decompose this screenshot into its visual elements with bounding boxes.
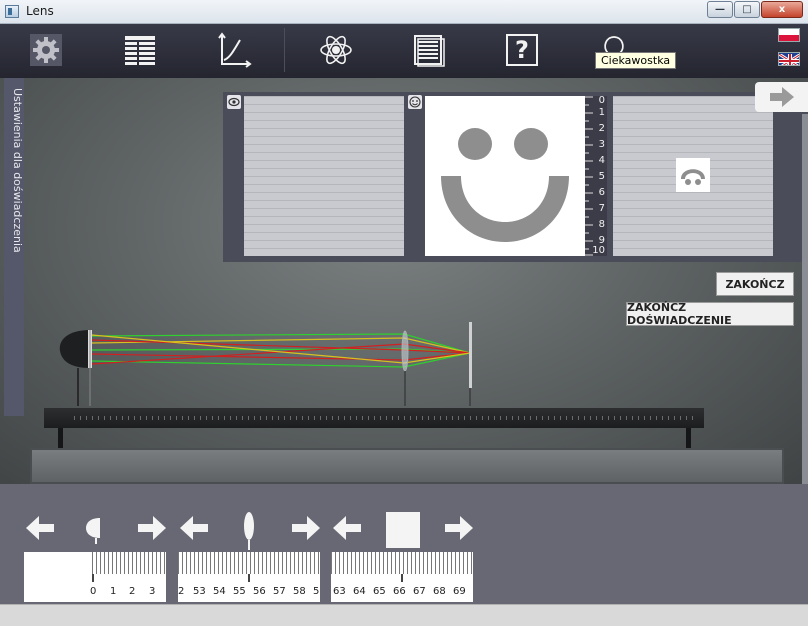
source-marker-icon — [86, 516, 100, 548]
light-rays — [91, 333, 471, 368]
graph-icon — [218, 32, 252, 68]
tick-label: 63 — [333, 586, 346, 597]
gear-icon — [30, 34, 62, 66]
screen-slider: 63 64 65 66 67 68 69 — [331, 508, 473, 602]
tooltip: Ciekawostka — [595, 52, 677, 69]
tick-label: 2 — [178, 586, 185, 597]
screen-left-button[interactable] — [333, 514, 361, 542]
close-button[interactable]: x — [761, 1, 803, 18]
toolbar-separator — [284, 28, 285, 72]
tick-label: 66 — [393, 586, 406, 597]
tick-label: 2 — [129, 586, 136, 597]
status-bar — [0, 604, 808, 626]
tick-label: 57 — [273, 586, 286, 597]
help-icon: ? — [506, 34, 538, 66]
settings-button[interactable] — [26, 30, 66, 70]
help-button[interactable]: ? — [502, 30, 542, 70]
tick-label: 58 — [293, 586, 306, 597]
tick-label: 3 — [149, 586, 156, 597]
tick-label: 5 — [313, 586, 320, 597]
table — [30, 448, 784, 484]
source-right-button[interactable] — [138, 514, 166, 542]
ruler-ticks — [92, 552, 166, 574]
ruler-indicator — [401, 574, 403, 582]
app-icon — [5, 5, 19, 18]
lens-slider: 2 53 54 55 56 57 58 5 — [178, 508, 320, 602]
bench-leg — [58, 428, 63, 450]
minimize-button[interactable]: — — [707, 1, 733, 18]
ruler-ticks — [331, 552, 473, 574]
source-left-button[interactable] — [26, 514, 54, 542]
flag-pl-icon[interactable] — [778, 28, 800, 42]
ruler-ticks — [178, 552, 320, 574]
maximize-button[interactable]: □ — [734, 1, 760, 18]
lens-right-button[interactable] — [292, 514, 320, 542]
ruler-indicator — [248, 574, 250, 582]
source-slider: 0 1 2 3 — [24, 508, 166, 602]
optical-bench — [44, 408, 704, 428]
document-button[interactable] — [408, 30, 448, 70]
bench-scale — [74, 416, 694, 420]
lens-left-button[interactable] — [180, 514, 208, 542]
tick-label: 1 — [110, 586, 117, 597]
window-title: Lens — [26, 4, 54, 18]
tick-label: 55 — [233, 586, 246, 597]
tick-label: 65 — [373, 586, 386, 597]
flag-uk-icon[interactable] — [778, 52, 800, 66]
table-icon — [125, 36, 155, 65]
arrow-right-icon — [445, 516, 473, 540]
arrow-left-icon — [333, 516, 361, 540]
lens[interactable] — [401, 330, 409, 406]
light-source[interactable] — [59, 330, 92, 406]
arrow-left-icon — [180, 516, 208, 540]
theory-button[interactable] — [316, 30, 356, 70]
arrow-right-icon — [292, 516, 320, 540]
graph-button[interactable] — [214, 30, 254, 70]
screen-marker-icon — [386, 512, 420, 548]
tick-label: 64 — [353, 586, 366, 597]
arrow-left-icon — [26, 516, 54, 540]
lens-ruler[interactable]: 2 53 54 55 56 57 58 5 — [178, 552, 320, 602]
tick-label: 69 — [453, 586, 466, 597]
source-ruler[interactable]: 0 1 2 3 — [24, 552, 166, 602]
document-icon — [414, 35, 445, 67]
tick-label: 0 — [90, 586, 97, 597]
tick-label: 56 — [253, 586, 266, 597]
tick-label: 67 — [413, 586, 426, 597]
screen-ruler[interactable]: 63 64 65 66 67 68 69 — [331, 552, 473, 602]
title-bar: Lens — □ x — [0, 0, 808, 24]
position-controls: 0 1 2 3 2 53 54 55 56 57 58 5 63 64 65 6… — [0, 484, 808, 604]
atom-icon — [320, 35, 352, 65]
screen-right-button[interactable] — [445, 514, 473, 542]
tick-label: 68 — [433, 586, 446, 597]
arrow-right-icon — [138, 516, 166, 540]
lens-marker-icon — [242, 510, 256, 554]
toolbar: ? — [0, 24, 808, 78]
ruler-indicator — [92, 574, 94, 582]
tick-label: 54 — [213, 586, 226, 597]
window-controls: — □ x — [706, 1, 803, 18]
experiment-scene: Ustawienia dla doświadczenia 0 1 2 3 4 5… — [0, 78, 808, 484]
table-button[interactable] — [120, 30, 160, 70]
tick-label: 53 — [193, 586, 206, 597]
bench-leg — [686, 428, 691, 450]
screen[interactable] — [469, 322, 472, 406]
